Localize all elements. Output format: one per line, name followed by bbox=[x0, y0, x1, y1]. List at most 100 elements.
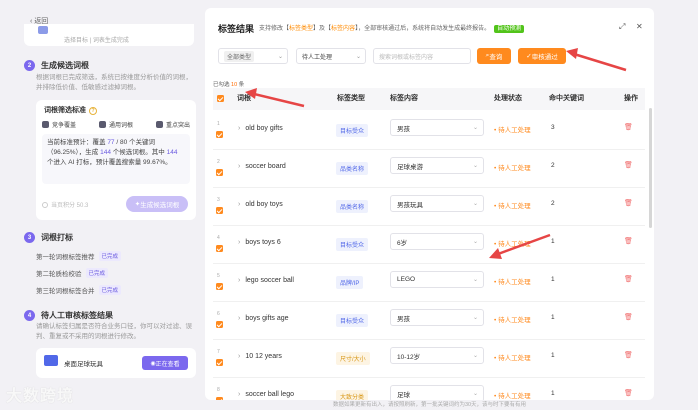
hits-cell: 2 bbox=[551, 200, 555, 207]
status-filter-select[interactable]: 待人工处理 ⌄ bbox=[296, 48, 366, 64]
chevron-down-icon: ⌄ bbox=[472, 277, 478, 283]
tag-type-badge[interactable]: 目标受众 bbox=[336, 238, 369, 251]
tag-type-badge[interactable]: 大致分类 bbox=[336, 390, 369, 400]
keyword-cell[interactable]: › soccer board bbox=[238, 163, 286, 170]
keyword-cell[interactable]: › boys toys 6 bbox=[238, 239, 281, 246]
tag-content-select[interactable]: 10-12岁 ⌄ bbox=[390, 347, 484, 364]
delete-icon[interactable]: 🗑 bbox=[624, 199, 633, 207]
viewing-button[interactable]: ◉ 正在查看 bbox=[142, 356, 188, 370]
row-checkbox[interactable] bbox=[216, 359, 223, 368]
option-key-highlight[interactable]: 重点突出 bbox=[155, 120, 190, 129]
keyword-cell[interactable]: › 10 12 years bbox=[238, 353, 282, 360]
tag-content-select[interactable]: 男孩 ⌄ bbox=[390, 309, 484, 326]
row-checkbox[interactable] bbox=[216, 131, 223, 140]
keyword-cell[interactable]: › soccer ball lego bbox=[238, 391, 294, 398]
radio-icon[interactable] bbox=[42, 202, 48, 208]
tag-type-badge[interactable]: 品牌/IP bbox=[336, 276, 364, 289]
step-number: 4 bbox=[24, 310, 35, 321]
previous-step-text: 选择目标 | 词表生成完成 bbox=[64, 38, 129, 44]
tag-content-select[interactable]: 足球 ⌄ bbox=[390, 385, 484, 400]
tag-type-badge[interactable]: 目标受众 bbox=[336, 314, 369, 327]
generate-roots-button[interactable]: ✦ 生成候选词根 bbox=[126, 196, 188, 212]
tagging-round-1: 第一轮词根标签推荐 已完成 bbox=[36, 251, 122, 261]
delete-icon[interactable]: 🗑 bbox=[624, 275, 633, 283]
option-general-roots[interactable]: 通用词根 bbox=[98, 120, 133, 129]
table-row: 1 › old boy gifts 目标受众 男孩 ⌄ • 待人工处理 3 🗑 bbox=[213, 112, 645, 150]
status-cell: • 待人工处理 bbox=[494, 317, 531, 324]
chevron-down-icon: ⌄ bbox=[472, 315, 478, 321]
step-generate-roots: 2 生成候选词根 bbox=[24, 60, 89, 71]
row-index: 3 bbox=[217, 197, 220, 203]
table-row: 3 › old boy toys 品类名称 男孩玩具 ⌄ • 待人工处理 2 🗑 bbox=[213, 188, 645, 226]
type-filter-select[interactable]: 全部类型 ⌄ bbox=[218, 48, 288, 64]
option-icon bbox=[155, 121, 163, 128]
row-index: 8 bbox=[217, 387, 220, 393]
keyword-cell[interactable]: › boys gifts age bbox=[238, 315, 289, 322]
row-checkbox[interactable] bbox=[216, 283, 223, 292]
chevron-down-icon: ⌄ bbox=[472, 391, 478, 397]
row-index: 7 bbox=[217, 349, 220, 355]
keyword-cell[interactable]: › old boy gifts bbox=[238, 125, 283, 132]
panel-title: 标签结果 bbox=[218, 24, 255, 34]
scrollbar[interactable] bbox=[649, 108, 652, 228]
row-checkbox[interactable] bbox=[216, 321, 223, 330]
delete-icon[interactable]: 🗑 bbox=[624, 161, 633, 169]
tag-content-select[interactable]: 男孩玩具 ⌄ bbox=[390, 195, 484, 212]
hits-cell: 1 bbox=[551, 314, 555, 321]
search-input[interactable]: 搜索词根或标签内容 bbox=[373, 48, 471, 64]
row-index: 5 bbox=[217, 273, 220, 279]
chevron-right-icon: › bbox=[238, 391, 241, 398]
step-title: 生成候选词根 bbox=[41, 61, 89, 70]
row-checkbox[interactable] bbox=[216, 245, 223, 254]
select-all-checkbox[interactable] bbox=[217, 95, 224, 104]
row-index: 4 bbox=[217, 235, 220, 241]
chevron-down-icon: ⌄ bbox=[472, 163, 478, 169]
header-keyword: 词根 bbox=[237, 95, 251, 102]
selected-count: 已勾选 10 条 bbox=[213, 82, 245, 88]
panel-subtitle: 支持修改【标签类型】及【标签内容】，全部审核通过后，系统将自动发生成最终报告。自… bbox=[259, 23, 525, 33]
tag-content-select[interactable]: 6岁 ⌄ bbox=[390, 233, 484, 250]
tag-type-badge[interactable]: 尺寸/大小 bbox=[336, 352, 370, 365]
approve-button[interactable]: ✓ 审核通过 bbox=[518, 48, 566, 64]
hits-cell: 1 bbox=[551, 276, 555, 283]
keyword-cell[interactable]: › lego soccer ball bbox=[238, 277, 294, 284]
delete-icon[interactable]: 🗑 bbox=[624, 389, 633, 397]
option-competition-coverage[interactable]: 竞争覆盖 bbox=[42, 120, 76, 129]
table-row: 2 › soccer board 品类名称 足球桌游 ⌄ • 待人工处理 2 🗑 bbox=[213, 150, 645, 188]
left-panel: ‹ 返回 选择目标 | 词表生成完成 2 生成候选词根 根据词根已完成筛选，系统… bbox=[0, 0, 205, 410]
hits-cell: 1 bbox=[551, 390, 555, 397]
keyword-cell[interactable]: › old boy toys bbox=[238, 201, 283, 208]
row-checkbox[interactable] bbox=[216, 169, 223, 178]
standard-options: 竞争覆盖 通用词根 重点突出 bbox=[42, 120, 190, 129]
tag-type-badge[interactable]: 品类名称 bbox=[336, 162, 369, 175]
root-filter-standard-card: 词根筛选标准? 竞争覆盖 通用词根 重点突出 当前标准预计：覆盖 77 / 80… bbox=[36, 100, 196, 220]
option-icon bbox=[42, 121, 49, 128]
table-row: 7 › 10 12 years 尺寸/大小 10-12岁 ⌄ • 待人工处理 1 🗑 bbox=[213, 340, 645, 378]
tag-results-panel: 标签结果 支持修改【标签类型】及【标签内容】，全部审核通过后，系统将自动发生成最… bbox=[205, 8, 654, 400]
chevron-right-icon: › bbox=[238, 277, 241, 284]
tag-content-select[interactable]: 男孩 ⌄ bbox=[390, 119, 484, 136]
delete-icon[interactable]: 🗑 bbox=[624, 237, 633, 245]
footer-note: 数据如果更新有出入，请按照刷新，第一批关键词约为30天，该与时下要有有用 bbox=[332, 402, 527, 408]
step-description: 请确认标签归属是否符合业务口径，你可以对过滤、误判、重复或不采用的词根进行修改。 bbox=[36, 323, 192, 340]
tag-content-select[interactable]: LEGO ⌄ bbox=[390, 271, 484, 288]
document-icon bbox=[38, 26, 48, 34]
chevron-down-icon: ⌄ bbox=[277, 53, 283, 60]
delete-icon[interactable]: 🗑 bbox=[624, 351, 633, 359]
delete-icon[interactable]: 🗑 bbox=[624, 123, 633, 131]
chevron-down-icon: ⌄ bbox=[355, 53, 361, 60]
expand-icon[interactable]: ⤢ bbox=[619, 22, 625, 32]
tag-type-badge[interactable]: 目标受众 bbox=[336, 124, 369, 137]
chevron-right-icon: › bbox=[238, 125, 241, 132]
help-icon[interactable]: ? bbox=[89, 107, 97, 115]
step-number: 3 bbox=[24, 232, 35, 243]
tag-content-select[interactable]: 足球桌游 ⌄ bbox=[390, 157, 484, 174]
table-row: 6 › boys gifts age 目标受众 男孩 ⌄ • 待人工处理 1 🗑 bbox=[213, 302, 645, 340]
query-button[interactable]: ⌕ 查询 bbox=[477, 48, 511, 64]
tag-type-badge[interactable]: 品类名称 bbox=[336, 200, 369, 213]
standard-estimate-text: 当前标准预计：覆盖 77 / 80 个关键词（96.25%），生成 144 个候… bbox=[42, 134, 190, 184]
delete-icon[interactable]: 🗑 bbox=[624, 313, 633, 321]
close-icon[interactable]: ✕ bbox=[636, 22, 643, 31]
header-status: 处理状态 bbox=[494, 95, 522, 102]
row-checkbox[interactable] bbox=[216, 207, 223, 216]
